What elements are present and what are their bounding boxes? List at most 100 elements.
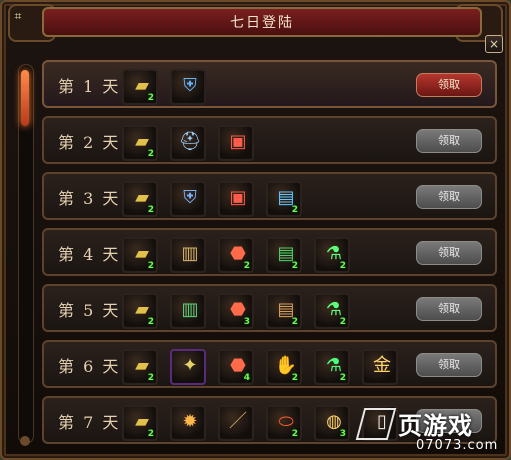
gold-seal-icon[interactable]: 金 bbox=[362, 349, 398, 385]
green-potion-icon[interactable]: ⚗ 2 bbox=[314, 237, 350, 273]
blue-scroll-icon[interactable]: ▤ 2 bbox=[266, 181, 302, 217]
staff-icon[interactable]: ／ bbox=[218, 405, 254, 441]
gold-ingot-icon: ▰ bbox=[135, 187, 149, 208]
day-row-1: 第 1 天 ▰ 2 ⛨ 领取 bbox=[42, 60, 497, 108]
day-label: 第 2 天 bbox=[58, 133, 121, 152]
blue-armor-icon: ⛨ bbox=[183, 75, 197, 96]
blue-armor-icon[interactable]: ⛨ bbox=[170, 69, 206, 105]
item-qty: 2 bbox=[291, 317, 298, 327]
item-qty: 2 bbox=[339, 261, 346, 271]
red-gem-icon[interactable]: ⬣ 2 bbox=[218, 237, 254, 273]
gold-ingot-icon[interactable]: ▰ 2 bbox=[122, 405, 158, 441]
item-qty: 2 bbox=[147, 93, 154, 103]
item-qty: 2 bbox=[147, 205, 154, 215]
day-label: 第 7 天 bbox=[58, 413, 121, 432]
green-scroll-icon[interactable]: ▤ 2 bbox=[266, 237, 302, 273]
item-qty: 2 bbox=[147, 429, 154, 439]
day-label: 第 3 天 bbox=[58, 189, 121, 208]
winged-helmet-icon[interactable]: ⛑ bbox=[170, 125, 206, 161]
day-row-2: 第 2 天 ▰ 2 ⛑ ▣ 领取 bbox=[42, 116, 497, 164]
red-egg-icon: ⬭ bbox=[278, 411, 294, 432]
item-qty: 3 bbox=[339, 429, 346, 439]
blue-scroll-icon: ▤ bbox=[277, 187, 295, 208]
gold-ingot-icon: ▰ bbox=[135, 75, 149, 96]
site-watermark: 页游戏 07073.com bbox=[355, 400, 508, 458]
item-qty: 2 bbox=[339, 373, 346, 383]
gold-ingot-icon[interactable]: ▰ 2 bbox=[122, 237, 158, 273]
top-left-icon: ⌗ bbox=[14, 9, 22, 23]
gauntlet-icon: ✋ bbox=[274, 355, 298, 376]
gold-ingot-icon: ▰ bbox=[135, 355, 149, 376]
red-book-icon: ▣ bbox=[229, 187, 247, 208]
gold-ingot-icon[interactable]: ▰ 2 bbox=[122, 125, 158, 161]
gauntlet-icon[interactable]: ✋ 2 bbox=[266, 349, 302, 385]
gold-ingot-icon[interactable]: ▰ 2 bbox=[122, 69, 158, 105]
day-row-4: 第 4 天 ▰ 2 ▥ ⬣ 2 ▤ 2 ⚗ 2 领取 bbox=[42, 228, 497, 276]
item-qty: 2 bbox=[147, 149, 154, 159]
scrollbar-thumb[interactable] bbox=[21, 70, 29, 126]
claim-button-day-5[interactable]: 领取 bbox=[416, 297, 482, 321]
day-label: 第 1 天 bbox=[58, 77, 121, 96]
day-label: 第 5 天 bbox=[58, 301, 121, 320]
claim-button-day-2[interactable]: 领取 bbox=[416, 129, 482, 153]
chest-armor-icon[interactable]: ▥ bbox=[170, 237, 206, 273]
brown-scroll-icon[interactable]: ▤ 2 bbox=[266, 293, 302, 329]
staff-icon: ／ bbox=[229, 411, 247, 432]
day-row-3: 第 3 天 ▰ 2 ⛨ ▣ ▤ 2 领取 bbox=[42, 172, 497, 220]
sparkle-armor-icon[interactable]: ✦ bbox=[170, 349, 206, 385]
green-armor-icon: ▥ bbox=[181, 299, 199, 320]
rewards-list: 第 1 天 ▰ 2 ⛨ 领取 第 2 天 ▰ 2 ⛑ ▣ 领取 第 3 天 ▰ … bbox=[42, 60, 497, 455]
day-label: 第 4 天 bbox=[58, 245, 121, 264]
green-flask-icon: ⚗ bbox=[325, 355, 343, 376]
gold-ingot-icon[interactable]: ▰ 2 bbox=[122, 293, 158, 329]
item-qty: 2 bbox=[291, 373, 298, 383]
claim-button-day-4[interactable]: 领取 bbox=[416, 241, 482, 265]
red-gem-icon[interactable]: ⬣ 3 bbox=[218, 293, 254, 329]
red-gem-icon: ⬣ bbox=[230, 243, 246, 264]
red-book-icon[interactable]: ▣ bbox=[218, 181, 254, 217]
red-book-icon[interactable]: ▣ bbox=[218, 125, 254, 161]
orb-dish-icon[interactable]: ◍ 3 bbox=[314, 405, 350, 441]
claim-button-day-1[interactable]: 领取 bbox=[416, 73, 482, 97]
scrollbar-bottom-cap bbox=[20, 436, 30, 446]
green-armor-icon[interactable]: ▥ bbox=[170, 293, 206, 329]
item-qty: 2 bbox=[291, 205, 298, 215]
watermark-logo-icon bbox=[355, 408, 397, 440]
item-qty: 2 bbox=[147, 317, 154, 327]
claim-button-day-6[interactable]: 领取 bbox=[416, 353, 482, 377]
sparkle-armor-icon: ✦ bbox=[182, 355, 198, 376]
gold-ingot-icon[interactable]: ▰ 2 bbox=[122, 349, 158, 385]
winged-helmet-icon: ⛑ bbox=[178, 131, 202, 152]
brown-scroll-icon: ▤ bbox=[277, 299, 295, 320]
watermark-site: 07073.com bbox=[416, 438, 499, 453]
gold-ingot-icon[interactable]: ▰ 2 bbox=[122, 181, 158, 217]
green-potion-icon: ⚗ bbox=[325, 243, 343, 264]
shoulder-armor-icon: ⛨ bbox=[183, 187, 197, 208]
red-egg-icon[interactable]: ⬭ 2 bbox=[266, 405, 302, 441]
window-title: 七日登陆 bbox=[230, 15, 294, 31]
gold-ingot-icon: ▰ bbox=[135, 243, 149, 264]
red-gem-icon[interactable]: ⬣ 4 bbox=[218, 349, 254, 385]
item-qty: 3 bbox=[243, 317, 250, 327]
gold-ingot-icon: ▰ bbox=[135, 131, 149, 152]
item-qty: 2 bbox=[291, 261, 298, 271]
day-label: 第 6 天 bbox=[58, 357, 121, 376]
gold-ingot-icon: ▰ bbox=[135, 411, 149, 432]
gold-ingot-icon: ▰ bbox=[135, 299, 149, 320]
green-flask-icon[interactable]: ⚗ 2 bbox=[314, 349, 350, 385]
day-row-6: 第 6 天 ▰ 2 ✦ ⬣ 4 ✋ 2 ⚗ 2 金 领取 bbox=[42, 340, 497, 388]
claim-button-day-3[interactable]: 领取 bbox=[416, 185, 482, 209]
green-potion-icon: ⚗ bbox=[325, 299, 343, 320]
shoulder-armor-icon[interactable]: ⛨ bbox=[170, 181, 206, 217]
sunburst-icon[interactable]: ✹ bbox=[170, 405, 206, 441]
sunburst-icon: ✹ bbox=[182, 411, 198, 432]
item-qty: 2 bbox=[147, 373, 154, 383]
green-potion-icon[interactable]: ⚗ 2 bbox=[314, 293, 350, 329]
item-qty: 2 bbox=[339, 317, 346, 327]
item-qty: 2 bbox=[243, 261, 250, 271]
close-icon[interactable]: × bbox=[485, 35, 503, 53]
title-bar: 七日登陆 bbox=[42, 7, 482, 37]
item-qty: 2 bbox=[291, 429, 298, 439]
red-book-icon: ▣ bbox=[229, 131, 247, 152]
red-gem-icon: ⬣ bbox=[230, 355, 246, 376]
